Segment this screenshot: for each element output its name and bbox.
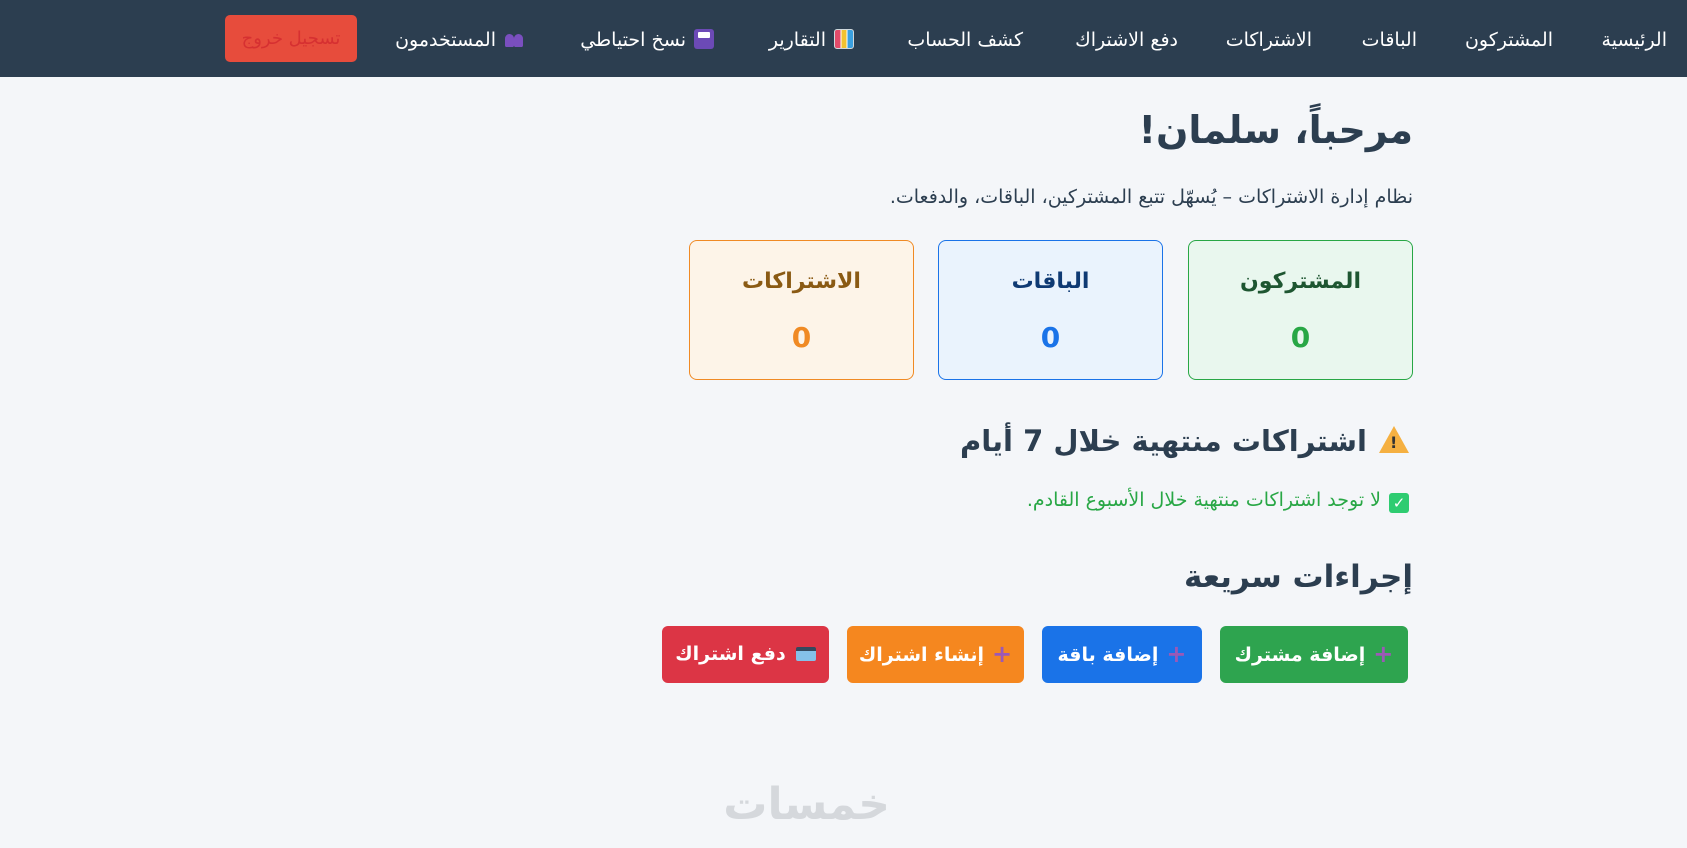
add-package-button[interactable]: + إضافة باقة: [1042, 626, 1202, 683]
nav-subscribers-label: المشتركون: [1464, 29, 1553, 51]
add-package-label: إضافة باقة: [1057, 644, 1159, 666]
nav-packages[interactable]: الباقات: [1362, 0, 1417, 77]
credit-card-icon: [795, 647, 816, 661]
users-icon: [504, 29, 524, 49]
stat-label-packages: الباقات: [1011, 269, 1090, 294]
nav-statement[interactable]: كشف الحساب: [907, 0, 1023, 77]
top-navbar: الرئيسية المشتركون الباقات الاشتراكات دف…: [0, 0, 1687, 77]
nav-home-label: الرئيسية: [1601, 29, 1667, 51]
create-subscription-button[interactable]: + إنشاء اشتراك: [847, 626, 1024, 683]
nav-reports[interactable]: التقارير: [769, 0, 854, 77]
nav-packages-label: الباقات: [1361, 29, 1417, 51]
nav-pay-subscription[interactable]: دفع الاشتراك: [1075, 0, 1178, 77]
warning-icon: [1379, 426, 1409, 453]
nav-subscriptions-label: الاشتراكات: [1225, 29, 1312, 51]
stat-value-subscriptions: 0: [791, 321, 812, 354]
floppy-disk-icon: [694, 29, 714, 49]
stat-card-packages: الباقات 0: [938, 240, 1163, 380]
nav-reports-label: التقارير: [768, 29, 826, 51]
plus-icon: +: [992, 640, 1013, 668]
stat-label-subscriptions: الاشتراكات: [742, 269, 861, 294]
page-title: مرحباً، سلمان!: [1138, 108, 1413, 152]
nav-statement-label: كشف الحساب: [907, 29, 1023, 51]
check-icon: ✓: [1389, 493, 1409, 513]
logout-button[interactable]: تسجيل خروج: [225, 15, 357, 62]
create-subscription-label: إنشاء اشتراك: [858, 644, 985, 666]
watermark-logo: خمسات: [723, 779, 890, 830]
nav-backup-label: نسخ احتياطي: [580, 29, 686, 51]
plus-icon: +: [1166, 640, 1187, 668]
pay-subscription-button[interactable]: دفع اشتراك: [662, 626, 829, 683]
nav-subscriptions[interactable]: الاشتراكات: [1226, 0, 1312, 77]
nav-home[interactable]: الرئيسية: [1602, 0, 1667, 77]
stat-card-subscribers: المشتركون 0: [1188, 240, 1413, 380]
plus-icon: +: [1373, 640, 1394, 668]
expiring-empty-message: ✓ لا توجد اشتراكات منتهية خلال الأسبوع ال…: [1027, 489, 1409, 513]
pay-subscription-label: دفع اشتراك: [675, 643, 786, 665]
stat-value-packages: 0: [1040, 321, 1061, 354]
nav-subscribers[interactable]: المشتركون: [1465, 0, 1553, 77]
nav-pay-subscription-label: دفع الاشتراك: [1075, 29, 1178, 51]
add-subscriber-label: إضافة مشترك: [1234, 644, 1366, 666]
nav-backup[interactable]: نسخ احتياطي: [580, 0, 714, 77]
quick-actions-title: إجراءات سريعة: [1183, 559, 1413, 595]
page-subtitle: نظام إدارة الاشتراكات – يُسهّل تتبع المش…: [889, 186, 1413, 208]
expiring-empty-text: لا توجد اشتراكات منتهية خلال الأسبوع الق…: [1026, 489, 1381, 511]
bar-chart-icon: [834, 29, 854, 49]
expiring-section-title: اشتراكات منتهية خلال 7 أيام: [960, 424, 1409, 458]
nav-users-label: المستخدمون: [395, 29, 496, 51]
stat-label-subscribers: المشتركون: [1240, 269, 1361, 294]
expiring-title-text: اشتراكات منتهية خلال 7 أيام: [959, 424, 1367, 458]
stat-card-subscriptions: الاشتراكات 0: [689, 240, 914, 380]
stat-value-subscribers: 0: [1290, 321, 1311, 354]
add-subscriber-button[interactable]: + إضافة مشترك: [1220, 626, 1408, 683]
logout-label: تسجيل خروج: [241, 28, 341, 49]
nav-users[interactable]: المستخدمون: [395, 0, 524, 77]
